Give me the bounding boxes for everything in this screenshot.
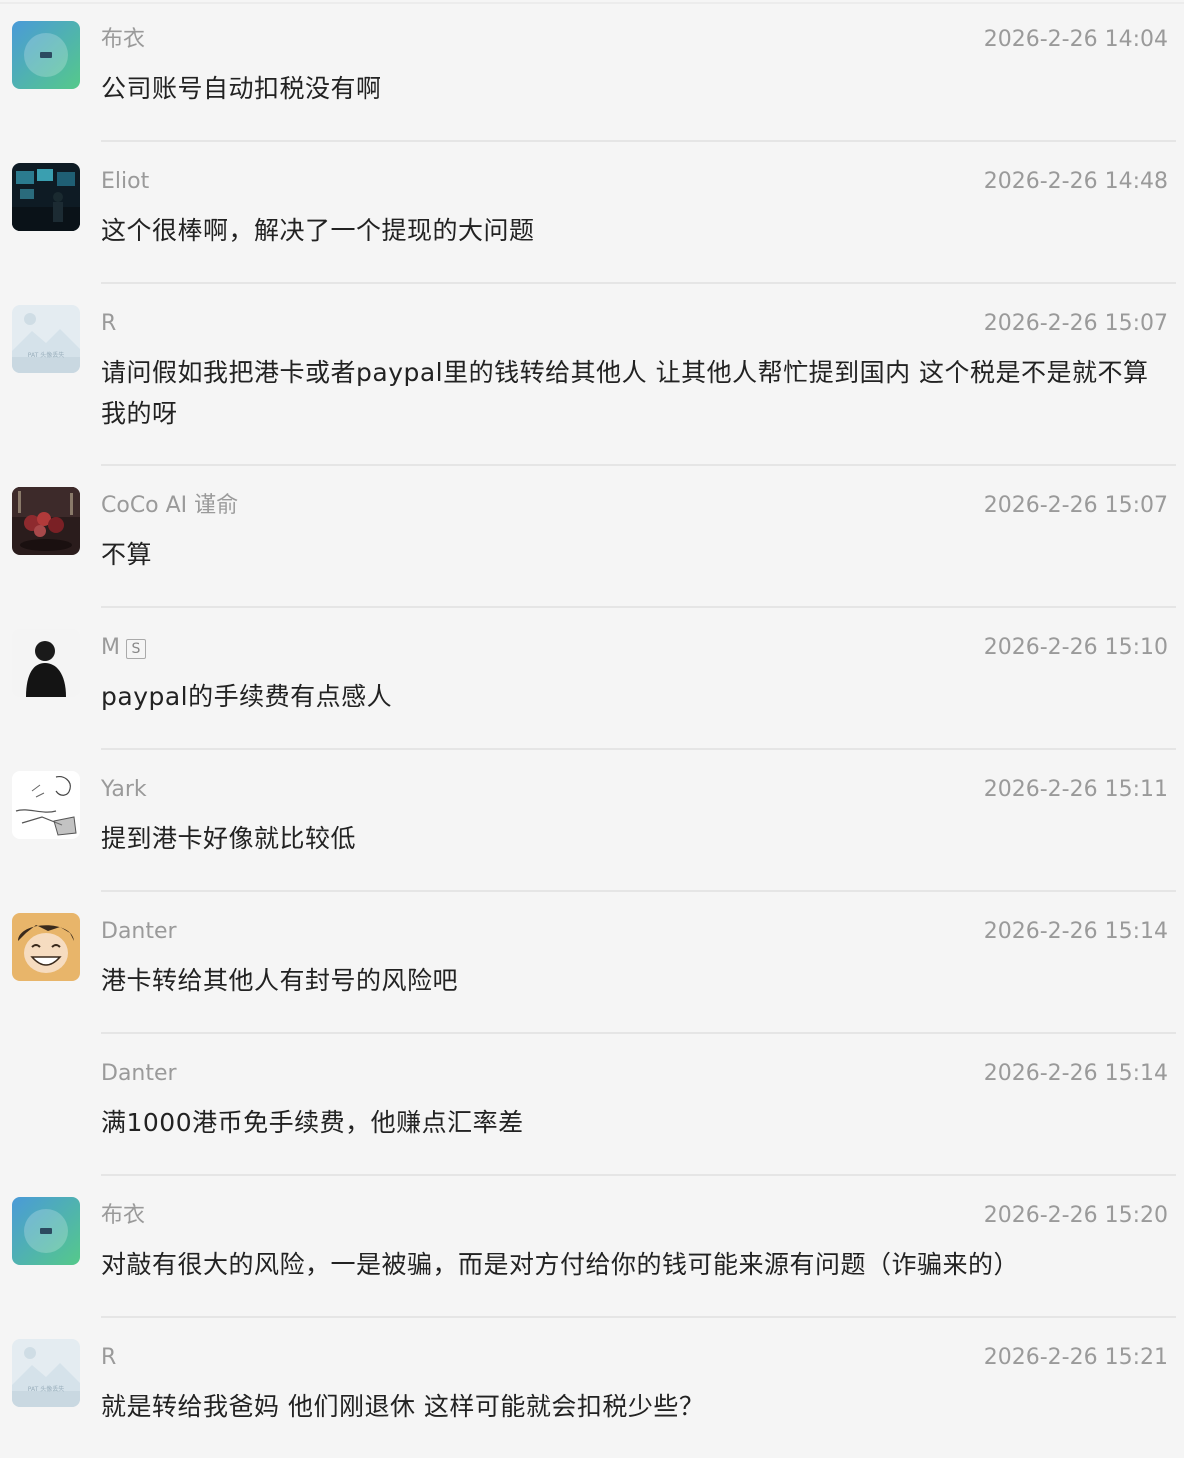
sender-name[interactable]: 布衣	[101, 25, 145, 55]
message-text: 公司账号自动扣税没有啊	[101, 74, 382, 103]
timestamp: 2026-2-26 15:07	[983, 311, 1168, 336]
timestamp: 2026-2-26 15:11	[983, 777, 1168, 802]
message-item: 布衣 2026-2-26 14:04 公司账号自动扣税没有啊	[0, 0, 1184, 142]
dark-office-photo-avatar-icon	[12, 163, 80, 231]
message-text: 港卡转给其他人有封号的风险吧	[101, 966, 459, 995]
avatar[interactable]	[12, 21, 80, 89]
timestamp: 2026-2-26 15:21	[983, 1345, 1168, 1370]
message-text: 请问假如我把港卡或者paypal里的钱转给其他人 让其他人帮忙提到国内 这个税是…	[101, 358, 1149, 428]
message-text: 提到港卡好像就比较低	[101, 824, 357, 853]
timestamp: 2026-2-26 15:14	[983, 919, 1168, 944]
green-gradient-avatar-icon	[12, 1197, 80, 1265]
sender-name[interactable]: R	[101, 309, 116, 339]
avatar[interactable]	[12, 487, 80, 555]
avatar[interactable]: PAT 头像丢失	[12, 1339, 80, 1407]
message-item: 布衣 2026-2-26 15:20 对敲有很大的风险，一是被骗，而是对方付给你…	[0, 1176, 1184, 1318]
message-item: Eliot 2026-2-26 14:48 这个很棒啊，解决了一个提现的大问题	[0, 142, 1184, 284]
sender-name[interactable]: Yark	[101, 775, 147, 805]
sender-name[interactable]: R	[101, 1343, 116, 1373]
message-text: 不算	[101, 540, 153, 569]
sender-name[interactable]: Danter	[101, 917, 177, 947]
avatar[interactable]	[12, 771, 80, 839]
avatar[interactable]: PAT 头像丢失	[12, 305, 80, 373]
s-badge-icon: S	[125, 639, 146, 659]
message-text: 对敲有很大的风险，一是被骗，而是对方付给你的钱可能来源有问题（诈骗来的）	[101, 1250, 1020, 1279]
message-item: Danter 2026-2-26 15:14 港卡转给其他人有封号的风险吧	[0, 892, 1184, 1034]
silhouette-avatar-icon	[12, 629, 80, 697]
message-text: 就是转给我爸妈 他们刚退休 这样可能就会扣税少些？	[101, 1392, 705, 1421]
timestamp: 2026-2-26 15:14	[983, 1061, 1168, 1086]
avatar[interactable]	[12, 163, 80, 231]
avatar[interactable]	[12, 1197, 80, 1265]
message-text: 满1000港币免手续费，他赚点汇率差	[101, 1108, 524, 1137]
timestamp: 2026-2-26 14:48	[983, 169, 1168, 194]
avatar[interactable]	[12, 913, 80, 981]
message-item: CoCo AI 谨俞 2026-2-26 15:07 不算	[0, 466, 1184, 608]
sender-name[interactable]: 布衣	[101, 1201, 145, 1231]
message-item: MS 2026-2-26 15:10 paypal的手续费有点感人	[0, 608, 1184, 750]
message-item: Yark 2026-2-26 15:11 提到港卡好像就比较低	[0, 750, 1184, 892]
sender-name-text: M	[101, 635, 120, 660]
flowers-photo-avatar-icon	[12, 487, 80, 555]
message-item: Danter 2026-2-26 15:14 满1000港币免手续费，他赚点汇率…	[0, 1034, 1184, 1176]
green-gradient-avatar-icon	[12, 21, 80, 89]
message-text: paypal的手续费有点感人	[101, 682, 393, 711]
message-item: PAT 头像丢失 R 2026-2-26 15:21 就是转给我爸妈 他们刚退休…	[0, 1318, 1184, 1458]
timestamp: 2026-2-26 15:20	[983, 1203, 1168, 1228]
message-item: PAT 头像丢失 R 2026-2-26 15:07 请问假如我把港卡或者pay…	[0, 284, 1184, 466]
cartoon-smile-avatar-icon	[12, 913, 80, 981]
sender-name[interactable]: CoCo AI 谨俞	[101, 491, 238, 521]
timestamp: 2026-2-26 15:07	[983, 493, 1168, 518]
sender-name[interactable]: Eliot	[101, 167, 149, 197]
sketch-avatar-icon	[12, 771, 80, 839]
message-text: 这个很棒啊，解决了一个提现的大问题	[101, 216, 535, 245]
sender-name[interactable]: MS	[101, 633, 146, 663]
avatar[interactable]	[12, 629, 80, 697]
placeholder-caption: PAT 头像丢失	[28, 1385, 64, 1393]
timestamp: 2026-2-26 15:10	[983, 635, 1168, 660]
timestamp: 2026-2-26 14:04	[983, 27, 1168, 52]
placeholder-caption: PAT 头像丢失	[28, 351, 64, 359]
placeholder-image-avatar-icon: PAT 头像丢失	[12, 305, 80, 373]
placeholder-image-avatar-icon: PAT 头像丢失	[12, 1339, 80, 1407]
sender-name[interactable]: Danter	[101, 1059, 177, 1089]
